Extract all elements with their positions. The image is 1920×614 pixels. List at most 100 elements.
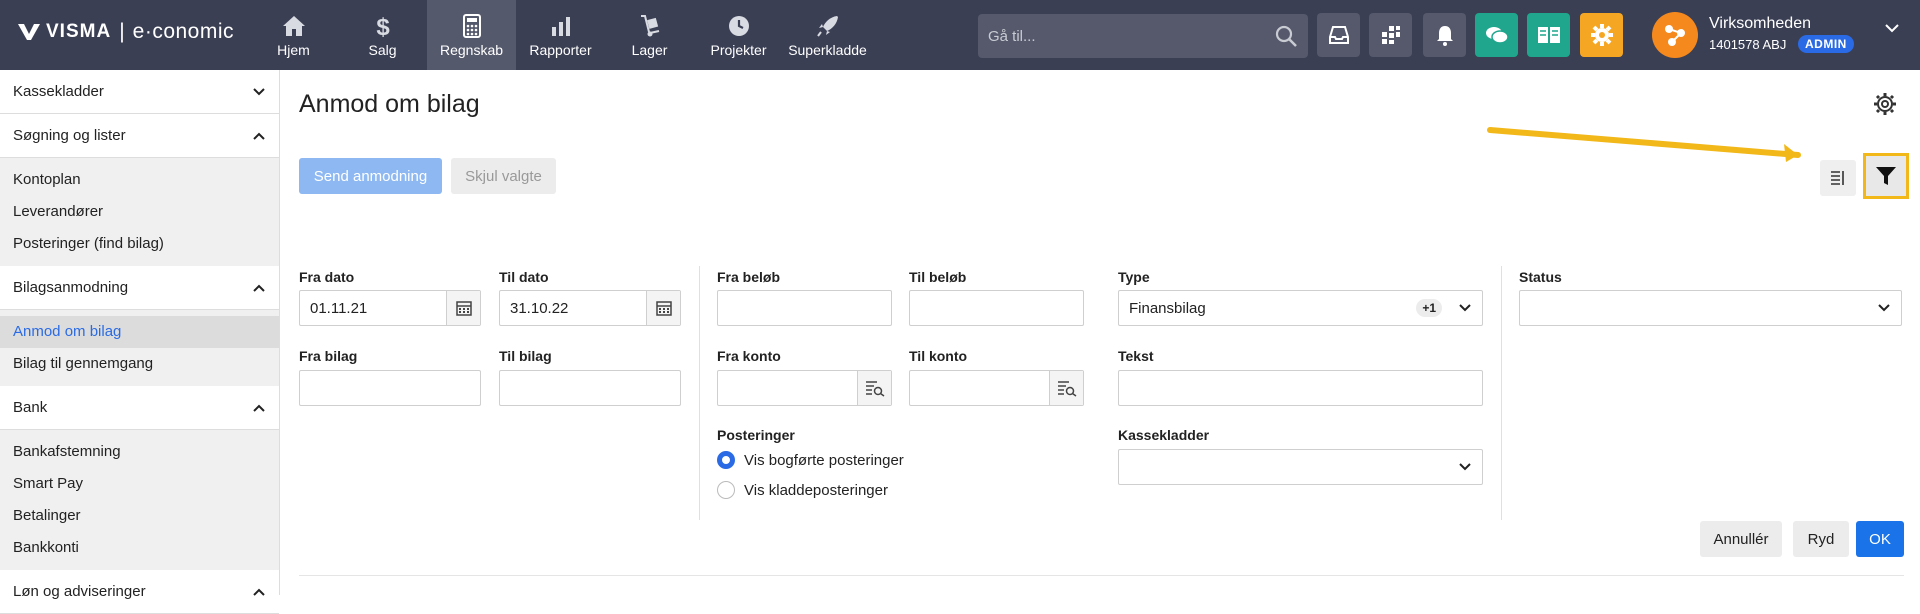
chat-button[interactable] [1475, 13, 1518, 57]
type-select[interactable]: Finansbilag +1 [1118, 290, 1483, 326]
svg-text:$: $ [376, 14, 390, 39]
to-date-field[interactable]: 31.10.22 [499, 290, 681, 326]
rocket-icon [816, 16, 838, 37]
sidebar-item-bankafstemning[interactable]: Bankafstemning [0, 436, 279, 468]
nav-item-lager[interactable]: Lager [605, 0, 694, 70]
type-value: Finansbilag [1129, 299, 1206, 317]
annotation-arrow [1487, 127, 1801, 162]
sidebar-item-anmod-om-bilag[interactable]: Anmod om bilag [0, 316, 279, 348]
cash-journals-label: Kassekladder [1118, 427, 1210, 443]
cash-journals-select[interactable] [1118, 449, 1483, 485]
from-voucher-label: Fra bilag [299, 348, 358, 364]
chevron-up-icon [253, 284, 265, 292]
from-date-label: Fra dato [299, 269, 355, 285]
sidebar-item-posteringer[interactable]: Posteringer (find bilag) [0, 228, 279, 260]
section-title: Bank [13, 399, 48, 416]
sidebar-item-bankkonti[interactable]: Bankkonti [0, 532, 279, 564]
sidebar-section-kassekladder[interactable]: Kassekladder [0, 70, 279, 114]
from-amount-input[interactable] [717, 290, 892, 326]
help-book-button[interactable] [1527, 13, 1570, 57]
nav-label: Lager [631, 42, 668, 58]
nav-item-hjem[interactable]: Hjem [249, 0, 338, 70]
from-voucher-input[interactable] [299, 370, 481, 406]
apps-button[interactable] [1369, 13, 1412, 57]
sidebar-item-leverandorer[interactable]: Leverandører [0, 196, 279, 228]
chevron-down-icon[interactable] [1884, 20, 1900, 36]
calendar-button[interactable] [446, 291, 480, 325]
visma-logo-icon [18, 24, 40, 40]
send-request-button[interactable]: Send anmodning [299, 158, 442, 194]
search-icon[interactable] [1274, 24, 1298, 48]
settings-button[interactable] [1580, 13, 1623, 57]
nav-item-superkladde[interactable]: Superkladde [783, 0, 872, 70]
nav-label: Superkladde [788, 42, 867, 58]
sidebar-item-smart-pay[interactable]: Smart Pay [0, 468, 279, 500]
column-divider [699, 266, 700, 520]
radio-label: Vis bogførte posteringer [744, 451, 904, 469]
nav-item-rapporter[interactable]: Rapporter [516, 0, 605, 70]
sidebar-section-lon[interactable]: Løn og adviseringer [0, 570, 279, 614]
main-nav: Hjem $ Salg Regnskab Rapporter Lager Pro… [249, 0, 872, 70]
visma-economic-logo[interactable]: VISMA | e·conomic [18, 20, 234, 44]
page-settings-gear-icon[interactable] [1873, 92, 1897, 116]
bell-icon [1436, 26, 1453, 46]
nav-label: Salg [368, 42, 397, 58]
sidebar-item-kontoplan[interactable]: Kontoplan [0, 164, 279, 196]
from-account-field[interactable] [717, 370, 892, 406]
account-lookup-button[interactable] [857, 371, 891, 405]
cancel-button[interactable]: Annullér [1700, 521, 1782, 557]
ok-button[interactable]: OK [1856, 521, 1904, 557]
inbox-button[interactable] [1317, 13, 1360, 57]
to-account-field[interactable] [909, 370, 1084, 406]
clear-button[interactable]: Ryd [1793, 521, 1849, 557]
notifications-button[interactable] [1423, 13, 1466, 57]
nav-item-projekter[interactable]: Projekter [694, 0, 783, 70]
chevron-down-icon [1459, 463, 1471, 471]
radio-label: Vis kladdeposteringer [744, 481, 888, 499]
status-label: Status [1519, 269, 1562, 285]
search-box[interactable] [978, 14, 1308, 58]
nav-item-salg[interactable]: $ Salg [338, 0, 427, 70]
from-date-field[interactable]: 01.11.21 [299, 290, 481, 326]
type-label: Type [1118, 269, 1150, 285]
to-voucher-input[interactable] [499, 370, 681, 406]
account-lookup-button[interactable] [1049, 371, 1083, 405]
radio-unselected [717, 481, 735, 499]
sidebar-section-sogning[interactable]: Søgning og lister [0, 114, 279, 158]
sidebar-item-bilag-til-gennemgang[interactable]: Bilag til gennemgang [0, 348, 279, 380]
divider [299, 575, 1904, 576]
clock-icon [728, 16, 749, 36]
radio-draft-postings[interactable]: Vis kladdeposteringer [717, 481, 888, 499]
sidebar-section-items: Bankafstemning Smart Pay Betalinger Bank… [0, 430, 279, 570]
company-name: Virksomheden [1709, 15, 1811, 32]
sidebar-section-bilagsanmodning[interactable]: Bilagsanmodning [0, 266, 279, 310]
calendar-icon [455, 301, 472, 316]
list-search-icon [865, 381, 884, 397]
user-menu[interactable]: Virksomheden 1401578 ABJ ADMIN [1652, 12, 1920, 58]
chevron-down-icon [1878, 304, 1890, 312]
hand-truck-icon [640, 15, 659, 37]
section-title: Søgning og lister [13, 127, 126, 144]
search-input[interactable] [988, 27, 1268, 45]
to-amount-input[interactable] [909, 290, 1084, 326]
filter-button[interactable] [1863, 153, 1909, 199]
column-settings-button[interactable] [1820, 160, 1856, 196]
section-title: Kassekladder [13, 83, 104, 100]
hide-selected-button[interactable]: Skjul valgte [451, 158, 556, 194]
dollar-icon: $ [376, 14, 390, 39]
nav-item-regnskab[interactable]: Regnskab [427, 0, 516, 70]
type-extra-count: +1 [1416, 299, 1442, 317]
sidebar-item-betalinger[interactable]: Betalinger [0, 500, 279, 532]
brand-separator: | [119, 20, 125, 43]
top-navigation-bar: VISMA | e·conomic Hjem $ Salg Regnskab R… [0, 0, 1920, 70]
calculator-icon [462, 14, 481, 38]
calendar-button[interactable] [646, 291, 680, 325]
radio-booked-postings[interactable]: Vis bogførte posteringer [717, 451, 904, 469]
status-select[interactable] [1519, 290, 1902, 326]
gear-icon [1590, 24, 1613, 46]
brand-name: VISMA [46, 21, 112, 42]
text-input[interactable] [1118, 370, 1483, 406]
list-search-icon [1057, 381, 1076, 397]
sidebar-section-bank[interactable]: Bank [0, 386, 279, 430]
sidebar-section-items: Anmod om bilag Bilag til gennemgang [0, 310, 279, 386]
